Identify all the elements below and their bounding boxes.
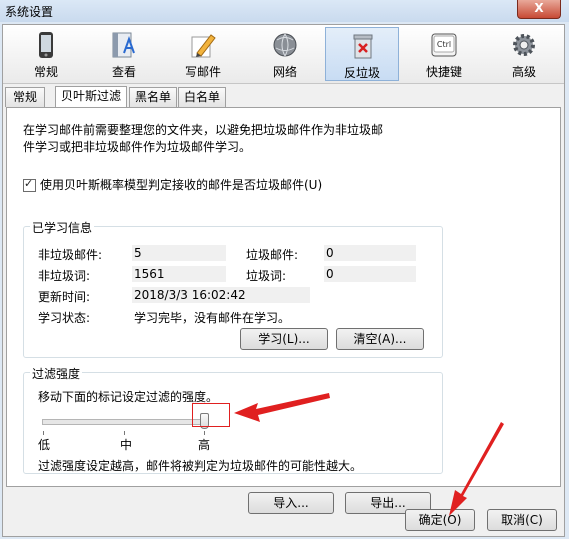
dialog-client: 常规 查看 写邮件 网络 反垃圾 Ctrl 快捷键 高级 常规 贝叶斯过滤 黑名…: [2, 24, 565, 537]
nonspam-word-label: 非垃圾词:: [38, 269, 91, 283]
spam-mail-label: 垃圾邮件:: [246, 248, 299, 262]
toolbar-label-antispam: 反垃圾: [343, 66, 380, 80]
toolbar-item-shortcuts[interactable]: Ctrl 快捷键: [407, 27, 481, 81]
toolbar-item-compose[interactable]: 写邮件: [166, 27, 240, 81]
toolbar-label-compose: 写邮件: [184, 65, 221, 79]
spam-word-label: 垃圾词:: [246, 269, 287, 283]
tab-bayes-filter[interactable]: 贝叶斯过滤: [55, 86, 127, 108]
nonspam-mail-value: 5: [132, 245, 226, 261]
filter-slider-track[interactable]: [42, 419, 202, 425]
toolbar-item-general[interactable]: 常规: [9, 27, 83, 81]
ctrl-key-icon: Ctrl: [431, 33, 457, 57]
toolbar-label-shortcuts: 快捷键: [425, 65, 462, 79]
update-time-value: 2018/3/3 16:02:42: [132, 287, 310, 303]
update-time-label: 更新时间:: [38, 290, 91, 304]
nonspam-word-value: 1561: [132, 266, 226, 282]
title-bar[interactable]: 系统设置 X: [0, 0, 569, 22]
import-button[interactable]: 导入...: [248, 492, 334, 514]
tab-general[interactable]: 常规: [5, 87, 45, 107]
settings-window: 系统设置 X 常规 查看 写邮件 网络 反垃圾 Ctrl 快捷键 高级 常规 贝…: [0, 0, 569, 539]
annotation-arrow-ok: [449, 422, 504, 516]
toolbar-label-view: 查看: [111, 65, 136, 79]
filter-strength-title: 过滤强度: [30, 365, 83, 382]
pencil-icon: [191, 34, 216, 58]
category-toolbar: 常规 查看 写邮件 网络 反垃圾 Ctrl 快捷键 高级: [3, 25, 564, 84]
book-icon: [112, 32, 135, 58]
ctrl-key-text: Ctrl: [437, 40, 451, 49]
slider-tick-mid: [124, 431, 125, 435]
toolbar-label-general: 常规: [33, 65, 58, 79]
level-high-label: 高: [198, 438, 211, 452]
toolbar-item-antispam[interactable]: 反垃圾: [325, 27, 399, 81]
filter-instruction: 移动下面的标记设定过滤的强度。: [38, 390, 219, 404]
toolbar-item-network[interactable]: 网络: [248, 27, 322, 81]
trash-icon: [353, 34, 373, 59]
description-line-2: 件学习或把非垃圾邮件作为垃圾邮件学习。: [23, 140, 252, 154]
description-text: 在学习邮件前需要整理您的文件夹，以避免把垃圾邮件作为非垃圾邮 件学习或把非垃圾邮…: [23, 122, 403, 156]
description-line-1: 在学习邮件前需要整理您的文件夹，以避免把垃圾邮件作为非垃圾邮: [23, 123, 384, 137]
globe-icon: [273, 33, 297, 57]
clear-button[interactable]: 清空(A)...: [336, 328, 424, 350]
tab-blacklist[interactable]: 黑名单: [129, 87, 177, 107]
gear-icon: [513, 34, 535, 56]
filter-strength-note: 过滤强度设定越高，邮件将被判定为垃圾邮件的可能性越大。: [38, 459, 363, 473]
toolbar-item-advanced[interactable]: 高级: [487, 27, 561, 81]
learned-info-title: 已学习信息: [30, 219, 95, 236]
close-button[interactable]: X: [517, 0, 561, 19]
filter-strength-group: 过滤强度 移动下面的标记设定过滤的强度。 低 中 高 过滤强度设定越高，邮件将被…: [23, 365, 443, 474]
spam-word-value: 0: [324, 266, 416, 282]
learn-button[interactable]: 学习(L)...: [240, 328, 328, 350]
nonspam-mail-label: 非垃圾邮件:: [38, 248, 103, 262]
toolbar-label-network: 网络: [272, 65, 297, 79]
window-title: 系统设置: [5, 5, 54, 19]
slider-tick-high: [204, 431, 205, 435]
learn-status-value: 学习完毕，没有邮件在学习。: [134, 311, 291, 325]
tab-whitelist[interactable]: 白名单: [178, 87, 226, 107]
learned-info-group: 已学习信息 非垃圾邮件: 5 垃圾邮件: 0 非垃圾词: 1561 垃圾词: 0…: [23, 219, 443, 358]
spam-mail-value: 0: [324, 245, 416, 261]
level-low-label: 低: [38, 438, 51, 452]
learn-status-label: 学习状态:: [38, 311, 91, 325]
slider-tick-low: [43, 431, 44, 435]
phone-icon: [39, 32, 53, 58]
bayes-checkbox-label: 使用贝叶斯概率模型判定接收的邮件是否垃圾邮件(U): [40, 178, 323, 192]
bayes-checkbox-row[interactable]: 使用贝叶斯概率模型判定接收的邮件是否垃圾邮件(U): [23, 177, 323, 194]
annotation-arrow-slider: [234, 393, 330, 422]
bayes-checkbox[interactable]: [23, 177, 36, 192]
toolbar-label-advanced: 高级: [511, 65, 536, 79]
toolbar-item-view[interactable]: 查看: [87, 27, 161, 81]
level-mid-label: 中: [120, 438, 133, 452]
